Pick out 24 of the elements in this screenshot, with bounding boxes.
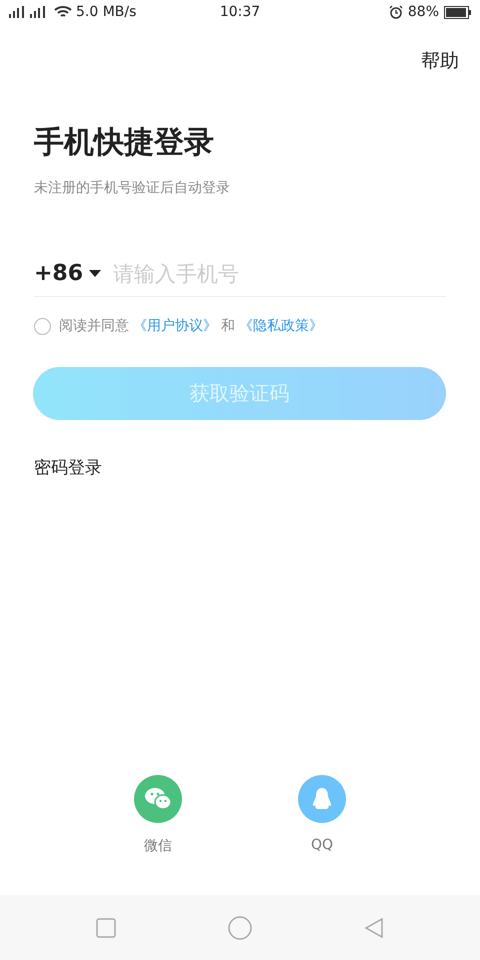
page-title: 手机快捷登录	[34, 124, 215, 162]
alarm-clock-icon	[388, 5, 403, 19]
wechat-button[interactable]	[134, 775, 182, 823]
password-login-link[interactable]: 密码登录	[34, 456, 446, 479]
help-link[interactable]: 帮助	[421, 48, 459, 74]
agreement-radio[interactable]	[34, 318, 51, 334]
subtitle: 未注册的手机号验证后自动登录	[34, 179, 231, 197]
penguin-icon	[312, 787, 332, 811]
home-circle-icon[interactable]	[228, 916, 252, 940]
network-speed: 5.0 MB/s	[76, 4, 136, 20]
caret-icon	[89, 270, 102, 278]
clock-time: 10:37	[220, 4, 260, 20]
qq-button[interactable]	[298, 775, 346, 823]
battery-percent: 88%	[408, 4, 440, 20]
battery-icon	[444, 6, 472, 18]
agreement-text: 和	[221, 317, 235, 335]
square-icon[interactable]	[96, 918, 116, 938]
wifi-icon	[54, 5, 72, 19]
agreement-text: 阅读并同意	[59, 317, 129, 335]
country-code-selector[interactable]: +86	[34, 261, 102, 286]
login-option-label: QQ	[310, 837, 334, 853]
back-icon[interactable]	[364, 916, 384, 938]
chat-bubbles-icon	[144, 787, 172, 811]
login-option-label: 微信	[144, 837, 172, 855]
